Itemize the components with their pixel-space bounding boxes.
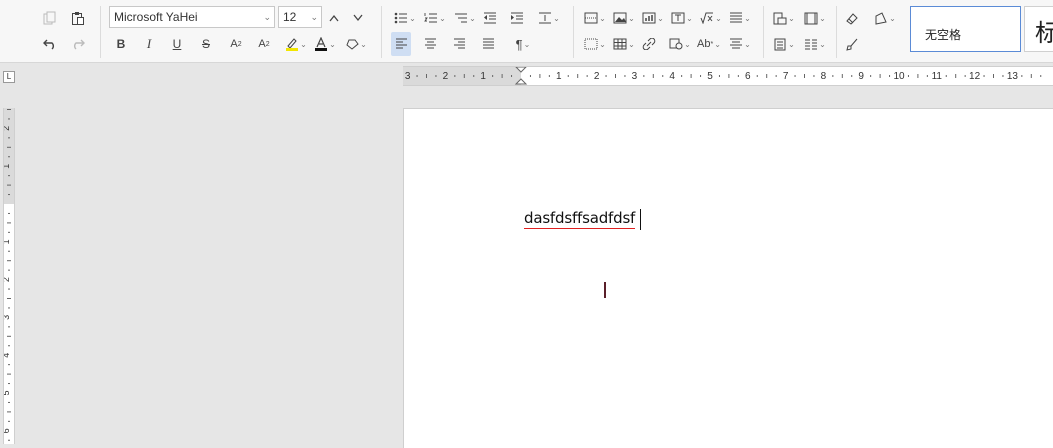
clear-format-icon[interactable]: ⌄ bbox=[342, 32, 370, 56]
ribbon-toolbar: Microsoft YaHei ⌄ 12 ⌄ B I U S A2 A2 ⌄ ⌄… bbox=[0, 0, 1053, 63]
ruler-label: 12 bbox=[969, 71, 981, 82]
chevron-down-icon: ⌄ bbox=[263, 12, 271, 22]
tab-stop-selector[interactable]: L bbox=[3, 71, 15, 83]
ruler-label: 9 bbox=[858, 71, 864, 82]
align-left-icon[interactable] bbox=[391, 32, 411, 56]
align-right-icon[interactable] bbox=[449, 32, 469, 56]
cell-border-icon[interactable]: ⌄ bbox=[582, 32, 608, 56]
subscript-icon[interactable]: A2 bbox=[255, 32, 273, 56]
separator bbox=[381, 6, 382, 58]
ruler-label: 5 bbox=[707, 71, 713, 82]
ruler-label: 13 bbox=[1007, 71, 1019, 82]
ruler-label: 6 bbox=[745, 71, 751, 82]
style-no-spacing[interactable]: 无空格 bbox=[910, 6, 1021, 52]
font-color-icon[interactable]: ⌄ bbox=[312, 32, 338, 56]
copy-icon[interactable] bbox=[40, 6, 60, 30]
vertical-ruler[interactable]: 2 1 1 2 3 4 5 6 bbox=[3, 108, 15, 444]
align-center-icon[interactable] bbox=[420, 32, 440, 56]
hanging-indent-marker[interactable] bbox=[514, 78, 528, 85]
ruler-label: 6 bbox=[4, 428, 11, 433]
horizontal-ruler-ticks: 3 2 1 1 2 3 4 5 6 7 8 9 10 11 12 13 bbox=[405, 67, 1042, 85]
bullet-list-icon[interactable]: ⌄ bbox=[392, 6, 418, 30]
separator bbox=[100, 6, 101, 58]
eraser-icon[interactable] bbox=[843, 6, 861, 30]
ruler-label: 11 bbox=[932, 71, 943, 82]
ruler-label: 3 bbox=[405, 71, 411, 82]
justify-icon[interactable] bbox=[478, 32, 498, 56]
grow-font-button[interactable] bbox=[326, 6, 342, 30]
image-icon[interactable]: ⌄ bbox=[611, 6, 637, 30]
style-no-spacing-label: 无空格 bbox=[925, 28, 962, 42]
text-box-icon[interactable]: ⌄ bbox=[669, 6, 695, 30]
paragraph-mark-icon[interactable]: ¶ ⌄ bbox=[509, 32, 537, 56]
ruler-label: 10 bbox=[893, 71, 905, 82]
ruler-label: 1 bbox=[480, 71, 486, 82]
ruler-label: 2 bbox=[594, 71, 600, 82]
word-art-icon[interactable]: Ab * ⌄ bbox=[696, 32, 722, 56]
text-cursor bbox=[640, 209, 641, 230]
document-text[interactable]: dasfdsffsadfdsf bbox=[524, 209, 635, 229]
numbered-list-icon[interactable]: ⌄ bbox=[422, 6, 448, 30]
ruler-label: 3 bbox=[632, 71, 638, 82]
highlight-icon[interactable]: ⌄ bbox=[283, 32, 309, 56]
ruler-label: 2 bbox=[4, 126, 11, 131]
ruler-label: 3 bbox=[4, 315, 11, 320]
undo-icon[interactable] bbox=[40, 32, 60, 56]
italic-icon[interactable]: I bbox=[140, 32, 158, 56]
separator bbox=[573, 6, 574, 58]
font-size-select[interactable]: 12 ⌄ bbox=[278, 6, 322, 28]
font-family-select[interactable]: Microsoft YaHei ⌄ bbox=[109, 6, 275, 28]
document-page[interactable]: dasfdsffsadfdsf bbox=[403, 108, 1053, 448]
strikethrough-icon[interactable]: S bbox=[197, 32, 215, 56]
page-break-icon[interactable]: ⌄ bbox=[771, 32, 797, 56]
ruler-label: 7 bbox=[783, 71, 789, 82]
bold-icon[interactable]: B bbox=[112, 32, 130, 56]
vertical-ruler-ticks: 2 1 1 2 3 4 5 6 bbox=[4, 109, 11, 441]
chart-icon[interactable]: ⌄ bbox=[640, 6, 666, 30]
table-icon[interactable]: ⌄ bbox=[611, 32, 637, 56]
shrink-font-button[interactable] bbox=[350, 6, 366, 30]
chevron-down-icon: ⌄ bbox=[310, 12, 318, 22]
separator bbox=[763, 6, 764, 58]
brush-icon[interactable] bbox=[843, 32, 861, 56]
redo-icon[interactable] bbox=[68, 32, 88, 56]
font-family-value: Microsoft YaHei bbox=[114, 10, 198, 24]
paragraph-spacing-icon[interactable]: ⌄ bbox=[727, 32, 753, 56]
ruler-label: 2 bbox=[4, 277, 11, 282]
style-heading-label: 标 bbox=[1035, 19, 1053, 47]
separator bbox=[836, 6, 837, 58]
line-spacing-icon[interactable]: ⌄ bbox=[536, 6, 562, 30]
symbol-list-icon[interactable]: ⌄ bbox=[727, 6, 753, 30]
superscript-icon[interactable]: A2 bbox=[227, 32, 245, 56]
ruler-label: 8 bbox=[821, 71, 827, 82]
underline-icon[interactable]: U bbox=[168, 32, 186, 56]
shape-icon[interactable]: ⌄ bbox=[667, 32, 693, 56]
link-icon[interactable] bbox=[640, 32, 658, 56]
increase-indent-icon[interactable] bbox=[508, 6, 526, 30]
page-layout-icon[interactable]: ⌄ bbox=[771, 6, 797, 30]
columns-icon[interactable]: ⌄ bbox=[802, 32, 828, 56]
ruler-label: 2 bbox=[443, 71, 449, 82]
paste-icon[interactable] bbox=[68, 6, 88, 30]
ruler-label: 4 bbox=[4, 353, 11, 358]
ruler-label: 1 bbox=[4, 239, 11, 244]
ruler-label: 1 bbox=[556, 71, 562, 82]
style-heading[interactable]: 标 bbox=[1024, 6, 1053, 52]
decrease-indent-icon[interactable] bbox=[481, 6, 499, 30]
ruler-label: 1 bbox=[4, 164, 11, 169]
ruler-label: 5 bbox=[4, 390, 11, 395]
formula-icon[interactable]: ⌄ bbox=[698, 6, 724, 30]
mouse-ibeam-cursor bbox=[604, 282, 606, 298]
horizontal-ruler[interactable]: 3 2 1 1 2 3 4 5 6 7 8 9 10 11 12 13 bbox=[403, 66, 1053, 86]
format-painter-icon[interactable]: ⌄ bbox=[872, 6, 898, 30]
page-border-icon[interactable]: ⌄ bbox=[582, 6, 608, 30]
ruler-label: 4 bbox=[669, 71, 675, 82]
margins-icon[interactable]: ⌄ bbox=[802, 6, 828, 30]
font-size-value: 12 bbox=[283, 10, 297, 24]
multilevel-list-icon[interactable]: ⌄ bbox=[452, 6, 478, 30]
first-line-indent-marker[interactable] bbox=[515, 67, 527, 73]
